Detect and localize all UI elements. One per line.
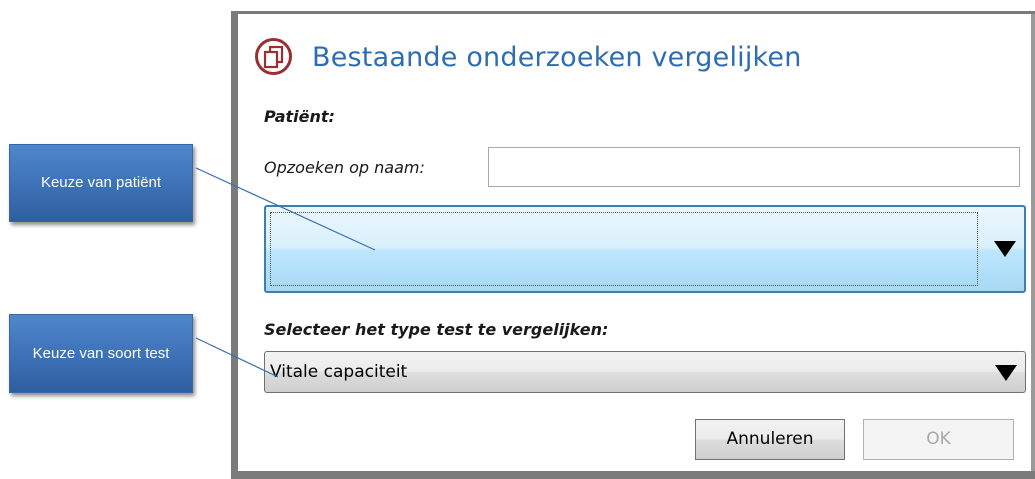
test-callout-line	[195, 337, 279, 378]
callout-test: Keuze van soort test	[9, 314, 193, 393]
callout-patient: Keuze van patiënt	[9, 144, 193, 222]
patient-callout-line	[195, 167, 376, 251]
callout-patient-text: Keuze van patiënt	[40, 174, 162, 191]
callout-test-text: Keuze van soort test	[32, 344, 170, 362]
callout-connectors	[195, 167, 376, 378]
